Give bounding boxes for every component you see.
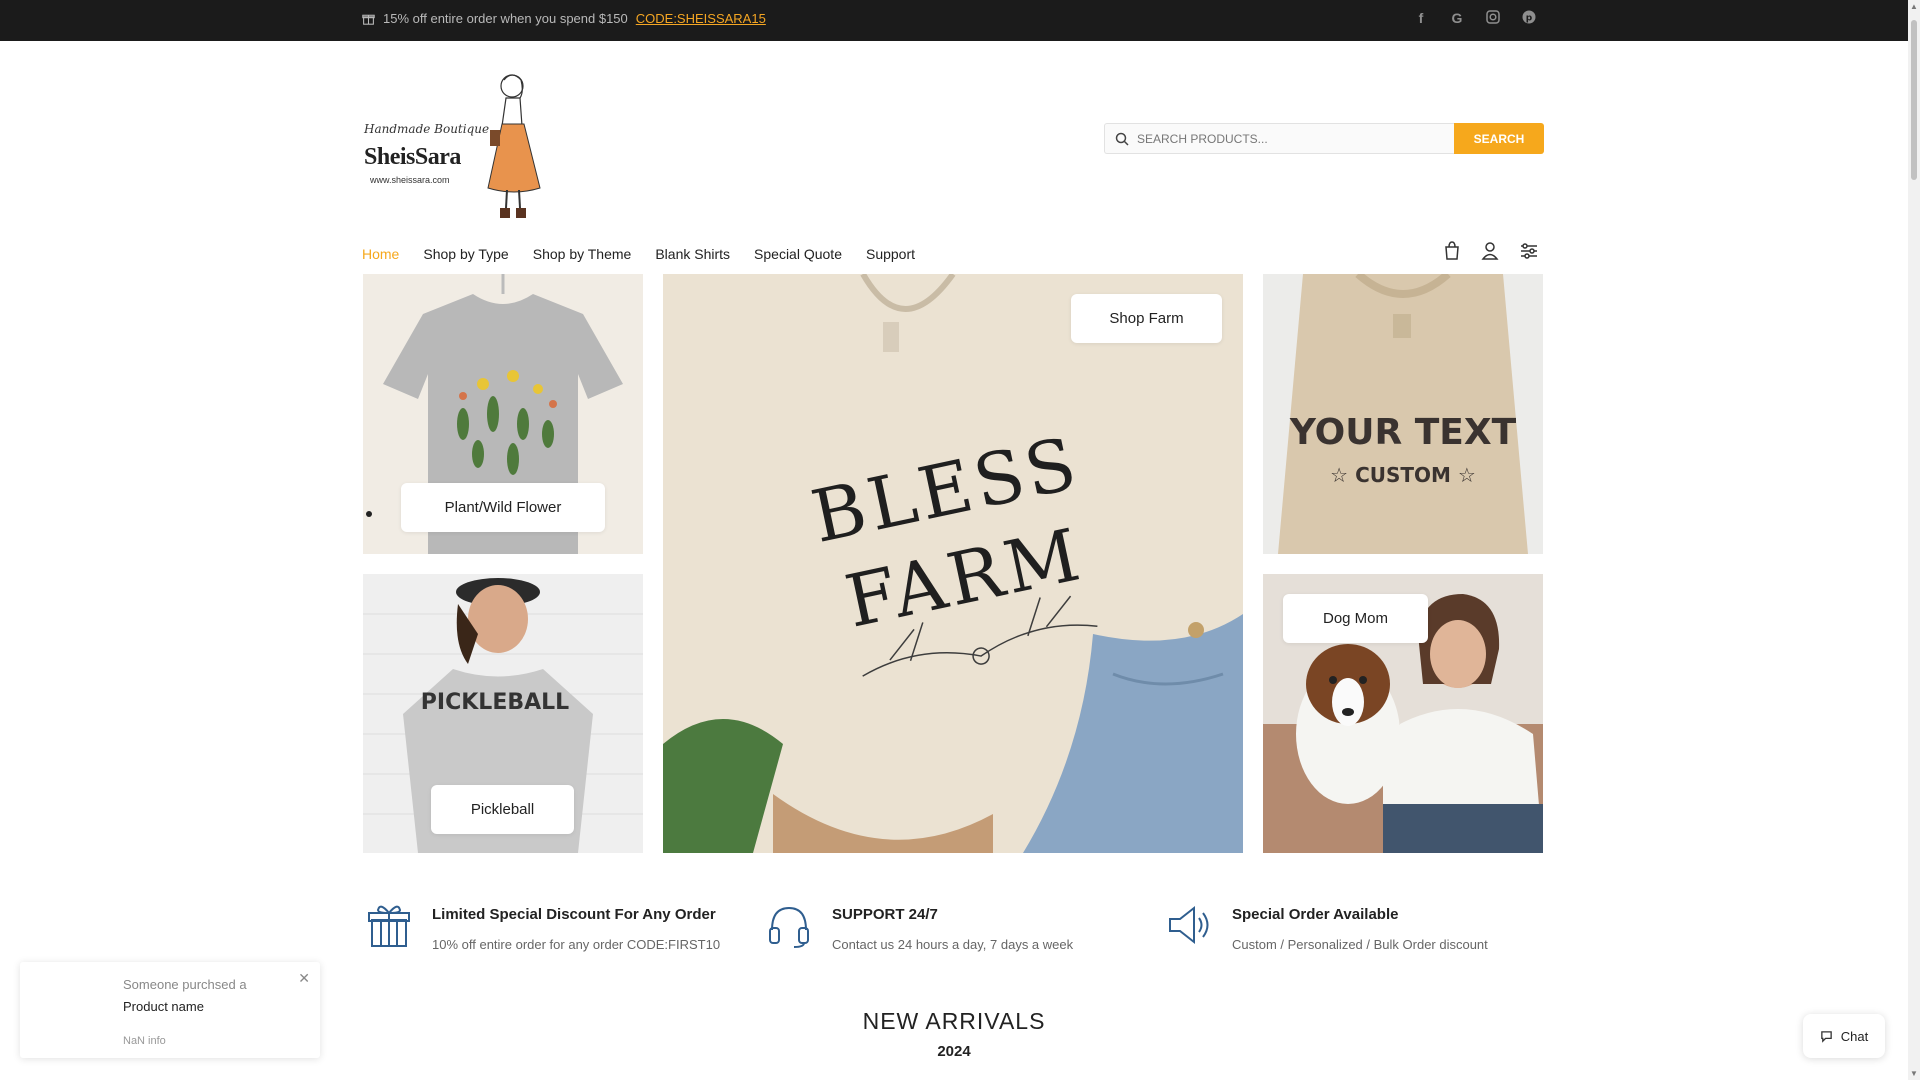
nav-item-support[interactable]: Support (866, 246, 915, 262)
facebook-icon[interactable]: f (1412, 10, 1430, 27)
promo-message: 15% off entire order when you spend $150… (362, 11, 766, 26)
megaphone-icon (1169, 905, 1209, 945)
announcement-bar: 15% off entire order when you spend $150… (0, 0, 1908, 41)
feature-subtitle: 10% off entire order for any order CODE:… (432, 937, 721, 952)
search-icon (1115, 132, 1129, 146)
pickleball-shirt-text: PICKLEBALL (421, 690, 569, 715)
custom-shirt-line1: YOUR TEXT (1289, 412, 1517, 453)
promo-text: 15% off entire order when you spend $150 (383, 11, 628, 26)
feature-title: Special Order Available (1232, 906, 1399, 923)
search-bar: SEARCH (1104, 123, 1544, 154)
feature-subtitle: Contact us 24 hours a day, 7 days a week (832, 937, 1074, 952)
pinterest-icon[interactable]: p (1520, 10, 1538, 27)
nav-item-blank-shirts[interactable]: Blank Shirts (655, 246, 730, 262)
gift-icon (362, 14, 375, 25)
category-tile-dogmom[interactable]: Dog Mom (1263, 574, 1543, 853)
feature-support: SUPPORT 24/7 Contact us 24 hours a day, … (766, 902, 1073, 952)
tile-label-dogmom: Dog Mom (1283, 594, 1428, 643)
search-button[interactable]: SEARCH (1454, 123, 1544, 154)
chat-label: Chat (1840, 1028, 1869, 1044)
search-field[interactable] (1104, 123, 1454, 154)
feature-discount: Limited Special Discount For Any Order 1… (366, 902, 720, 952)
scroll-down-icon[interactable]: ▼ (1910, 1069, 1918, 1078)
category-tile-plant[interactable]: Plant/Wild Flower (363, 274, 643, 554)
headphones-icon (769, 906, 809, 948)
notification-info: NaN info (123, 1035, 166, 1047)
gift-icon (368, 905, 410, 947)
category-tile-custom[interactable]: YOUR TEXT ☆ CUSTOM ☆ (1263, 274, 1543, 554)
page-scrollbar[interactable]: ▲ ▼ (1908, 0, 1920, 1080)
category-tile-pickleball[interactable]: PICKLEBALL Pickleball (363, 574, 643, 853)
nav-item-special-quote[interactable]: Special Quote (754, 246, 842, 262)
nav-item-shop-by-theme[interactable]: Shop by Theme (533, 246, 632, 262)
search-input[interactable] (1137, 131, 1437, 146)
category-tile-farm[interactable]: BLESS FARM Shop Farm (663, 274, 1243, 853)
promo-code-link[interactable]: CODE:SHEISSARA15 (636, 11, 766, 26)
notification-product[interactable]: Product name (123, 999, 204, 1014)
logo-girl-illustration (487, 74, 541, 218)
custom-text-sweatshirt-image: YOUR TEXT ☆ CUSTOM ☆ (1263, 274, 1543, 554)
social-links: f G p (1412, 10, 1538, 27)
instagram-icon[interactable] (1484, 10, 1502, 27)
logo-url: www.sheissara.com (370, 175, 450, 185)
main-nav: Home Shop by Type Shop by Theme Blank Sh… (362, 246, 939, 262)
chat-button[interactable]: Chat (1803, 1014, 1885, 1058)
nav-item-shop-by-type[interactable]: Shop by Type (423, 246, 508, 262)
logo-brand: SheisSara (364, 144, 461, 170)
scroll-up-icon[interactable]: ▲ (1910, 2, 1918, 11)
tile-label-plant: Plant/Wild Flower (401, 483, 605, 532)
bless-farm-shirt-image: BLESS FARM (663, 274, 1243, 853)
cart-icon[interactable] (1443, 241, 1463, 261)
filter-settings-icon[interactable] (1519, 241, 1539, 261)
site-logo[interactable]: Handmade Boutique SheisSara www.sheissar… (362, 68, 542, 224)
logo-tagline: Handmade Boutique (364, 122, 490, 136)
svg-text:p: p (1526, 14, 1533, 24)
close-icon[interactable]: ✕ (298, 970, 310, 987)
nav-item-home[interactable]: Home (362, 246, 399, 262)
tile-label-farm: Shop Farm (1071, 294, 1222, 343)
custom-shirt-line2: ☆ CUSTOM ☆ (1330, 463, 1476, 487)
scrollbar-thumb[interactable] (1911, 20, 1917, 180)
feature-title: SUPPORT 24/7 (832, 906, 938, 923)
feature-subtitle: Custom / Personalized / Bulk Order disco… (1232, 937, 1488, 952)
tile-label-pickleball: Pickleball (431, 785, 574, 834)
notification-line1: Someone purchsed a (123, 977, 247, 992)
account-icon[interactable] (1481, 241, 1501, 261)
header-icons (1443, 241, 1539, 261)
chat-bubble-icon (1820, 1030, 1832, 1043)
google-icon[interactable]: G (1448, 10, 1466, 27)
slider-dot[interactable] (366, 511, 372, 517)
purchase-notification: Someone purchsed a Product name NaN info… (20, 962, 320, 1058)
feature-special-order: Special Order Available Custom / Persona… (1166, 902, 1488, 952)
feature-title: Limited Special Discount For Any Order (432, 906, 716, 923)
